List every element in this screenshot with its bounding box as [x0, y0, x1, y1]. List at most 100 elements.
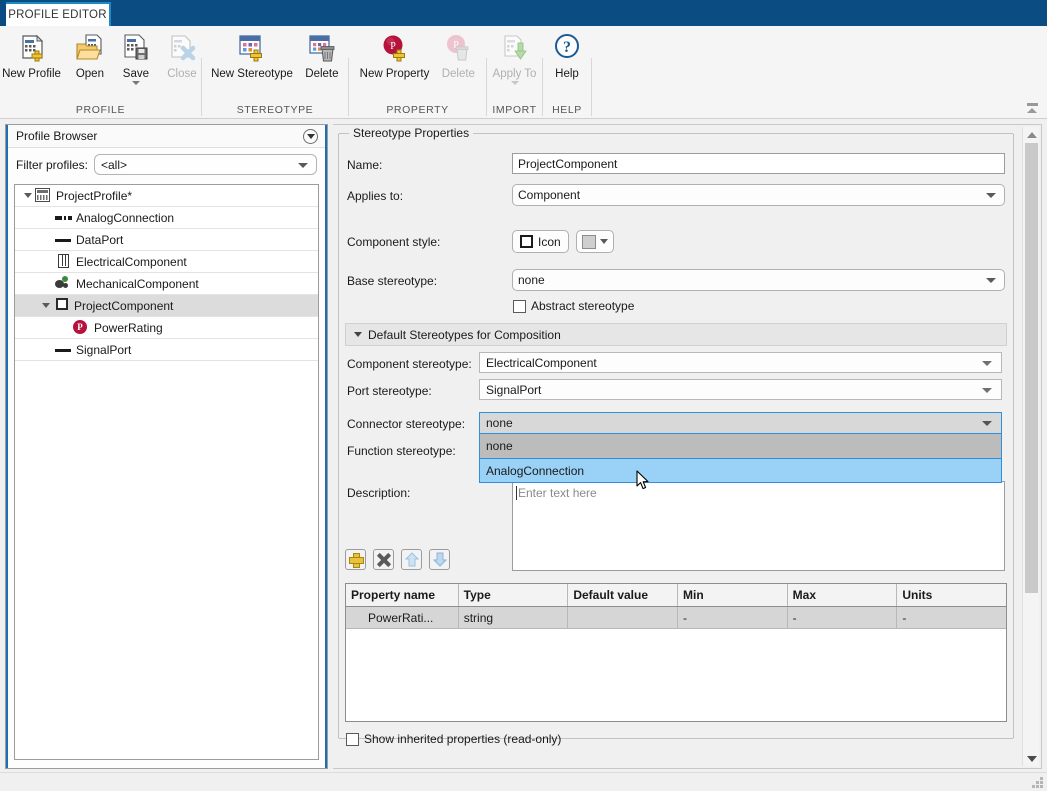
tree-item-projectcomponent[interactable]: ProjectComponent [15, 295, 318, 317]
checkbox-box [513, 299, 526, 313]
section-collapse-icon [354, 332, 362, 337]
cell-default-value[interactable] [568, 607, 679, 628]
right-panel-scrollbar[interactable] [1022, 127, 1039, 766]
tree-item-dataport[interactable]: DataPort [15, 229, 318, 251]
ribbon-toolbar: New Profile Open Save Close PROFILE New … [0, 26, 1047, 119]
new-property-icon: P [377, 31, 411, 65]
ribbon-group-help-title: HELP [552, 104, 582, 116]
delete-stereotype-button[interactable]: Delete [299, 28, 345, 80]
tree-item-powerrating[interactable]: P PowerRating [15, 317, 318, 339]
new-profile-button[interactable]: New Profile [0, 28, 67, 80]
ribbon-group-property: P New Property P Delete PROPERTY [349, 26, 486, 119]
triangle-down-icon [1026, 755, 1037, 762]
port-stereotype-select[interactable]: SignalPort [479, 379, 1002, 400]
new-stereotype-icon [235, 31, 269, 65]
tree-item-analogconnection[interactable]: AnalogConnection [15, 207, 318, 229]
twisty-expand-icon[interactable] [39, 299, 52, 312]
port-stereotype-label: Port stereotype: [347, 384, 432, 398]
cell-type[interactable]: string [459, 607, 569, 628]
default-stereotypes-section-header[interactable]: Default Stereotypes for Composition [345, 323, 1007, 346]
mechanical-icon [55, 275, 73, 292]
status-bar [0, 772, 1047, 791]
scroll-up-button[interactable] [1023, 127, 1040, 142]
delete-stereotype-label: Delete [305, 68, 339, 80]
applies-to-select[interactable]: Component [512, 184, 1005, 206]
twisty-expand-icon[interactable] [21, 189, 34, 202]
save-button[interactable]: Save [113, 28, 159, 85]
name-input[interactable]: ProjectComponent [512, 153, 1005, 174]
close-label: Close [167, 68, 197, 80]
move-up-button [401, 549, 422, 570]
tree-item-label: PowerRating [94, 320, 163, 335]
add-property-button[interactable] [345, 549, 366, 570]
cell-min[interactable]: - [678, 607, 788, 628]
chevron-down-icon [982, 387, 992, 393]
component-style-icon-label: Icon [538, 234, 561, 249]
tree-item-projectprofile[interactable]: ProjectProfile* [15, 185, 318, 207]
tree-item-signalport[interactable]: SignalPort [15, 339, 318, 361]
column-header-property-name[interactable]: Property name [346, 584, 459, 606]
square-icon [520, 235, 533, 248]
panel-right-accent [325, 125, 327, 768]
mouse-cursor [636, 470, 650, 490]
cell-units[interactable]: - [897, 607, 1006, 628]
apply-to-icon [498, 31, 532, 65]
name-label: Name: [347, 158, 383, 172]
tab-label: PROFILE EDITOR [8, 9, 107, 21]
open-button[interactable]: Open [67, 28, 113, 80]
table-row[interactable]: PowerRati... string - - - [346, 607, 1006, 629]
help-button[interactable]: ? Help [544, 28, 590, 80]
column-header-min[interactable]: Min [678, 584, 788, 606]
description-placeholder: Enter text here [518, 486, 597, 500]
minimize-ribbon-button[interactable] [1023, 100, 1041, 116]
remove-property-button[interactable] [373, 549, 394, 570]
dropdown-option-label: AnalogConnection [486, 463, 585, 478]
column-header-units[interactable]: Units [897, 584, 1006, 606]
base-stereotype-select[interactable]: none [512, 269, 1005, 291]
show-inherited-properties-checkbox[interactable]: Show inherited properties (read-only) [346, 732, 561, 746]
properties-table[interactable]: Property name Type Default value Min Max… [345, 583, 1007, 722]
abstract-stereotype-checkbox[interactable]: Abstract stereotype [513, 299, 634, 313]
tab-profile-editor[interactable]: PROFILE EDITOR [6, 2, 109, 26]
resize-grip-icon[interactable] [1032, 777, 1043, 788]
dropdown-option-analogconnection[interactable]: AnalogConnection [480, 458, 1001, 482]
move-down-button [429, 549, 450, 570]
arrow-down-icon [432, 552, 447, 567]
panel-options-chevron-icon[interactable] [303, 129, 318, 144]
component-stereotype-select[interactable]: ElectricalComponent [479, 352, 1002, 373]
description-textarea[interactable]: Enter text here [512, 481, 1005, 571]
tree-item-electricalcomponent[interactable]: ElectricalComponent [15, 251, 318, 273]
new-property-button[interactable]: P New Property [354, 28, 436, 80]
scrollbar-thumb[interactable] [1025, 143, 1038, 593]
save-dropdown-caret[interactable] [131, 81, 140, 85]
chevron-down-icon [986, 193, 996, 198]
save-label: Save [122, 68, 150, 80]
chevron-down-icon [986, 278, 996, 283]
abstract-stereotype-label: Abstract stereotype [531, 299, 635, 313]
apply-to-dropdown-caret [510, 81, 519, 85]
filter-profiles-select[interactable]: <all> [94, 154, 317, 175]
component-style-color-button[interactable] [576, 230, 614, 253]
apply-to-label: Apply To [492, 68, 537, 80]
connector-stereotype-select[interactable]: none [479, 412, 1002, 434]
stereotype-properties-groupbox: Stereotype Properties Name: ProjectCompo… [338, 126, 1014, 746]
profile-tree[interactable]: ProjectProfile* AnalogConnection DataPor… [14, 184, 319, 760]
profile-icon [35, 187, 53, 204]
new-stereotype-button[interactable]: New Stereotype [205, 28, 299, 80]
tree-item-mechanicalcomponent[interactable]: MechanicalComponent [15, 273, 318, 295]
tree-item-label: MechanicalComponent [76, 276, 199, 291]
column-header-type[interactable]: Type [459, 584, 569, 606]
column-header-max[interactable]: Max [788, 584, 898, 606]
property-icon: P [73, 319, 91, 336]
cell-max[interactable]: - [788, 607, 898, 628]
connector-stereotype-label: Connector stereotype: [347, 417, 466, 431]
scroll-down-button[interactable] [1023, 751, 1040, 766]
dropdown-option-none[interactable]: none [480, 434, 1001, 458]
connector-stereotype-dropdown-list[interactable]: none AnalogConnection [479, 434, 1002, 483]
component-style-icon-button[interactable]: Icon [512, 230, 569, 253]
chevron-down-icon [982, 360, 992, 366]
cell-property-name[interactable]: PowerRati... [346, 607, 459, 628]
open-folder-icon [73, 31, 107, 65]
column-header-default-value[interactable]: Default value [568, 584, 678, 606]
tab-accent-bar [109, 2, 111, 26]
